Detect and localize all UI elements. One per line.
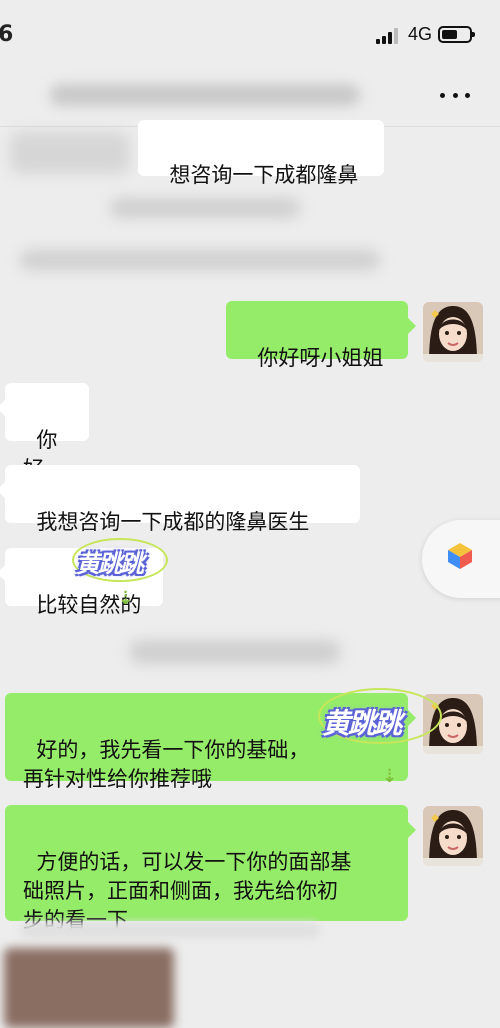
- watermark-arrow: ⇣: [118, 588, 134, 609]
- user-avatar[interactable]: [423, 806, 483, 866]
- status-time: 6: [0, 22, 14, 47]
- message-bubble-right[interactable]: 方便的话，可以发一下你的面部基 础照片，正面和侧面，我先给你初 步的看一下: [5, 805, 416, 932]
- watermark-logo: 黄跳跳: [322, 707, 402, 740]
- status-bar: 6 4G: [0, 0, 500, 70]
- message-text: 你好呀小姐姐: [257, 346, 384, 370]
- watermark-arrow: ⇣: [382, 766, 398, 787]
- signal-icon: [376, 28, 402, 44]
- blurred-region: [10, 132, 130, 174]
- message-text: 方便的话，可以发一下你的面部基 础照片，正面和侧面，我先给你初 步的看一下: [23, 850, 352, 932]
- blurred-region: [130, 640, 340, 664]
- blurred-region: [110, 198, 300, 218]
- watermark-logo: 黄跳跳: [76, 550, 144, 578]
- floating-assistant-button[interactable]: [422, 520, 500, 598]
- blurred-region: [20, 922, 320, 938]
- message-text: 我想咨询一下成都的隆鼻医生: [36, 510, 310, 534]
- cube-icon: [448, 543, 472, 569]
- user-avatar[interactable]: [423, 302, 483, 362]
- message-text: 想咨询一下成都隆鼻: [169, 163, 359, 187]
- more-horizontal-icon[interactable]: [440, 90, 470, 100]
- message-text: 好的，我先看一下你的基础， 再针对性给你推荐哦: [23, 738, 310, 791]
- blurred-image-message[interactable]: [4, 948, 174, 1028]
- message-bubble-left[interactable]: 想咨询一下成都隆鼻: [138, 120, 384, 187]
- message-bubble-right[interactable]: 你好呀小姐姐: [226, 301, 416, 370]
- chat-title-blurred: [50, 84, 360, 106]
- network-type: 4G: [408, 24, 433, 44]
- message-bubble-left[interactable]: 你好: [0, 383, 89, 481]
- blurred-region: [20, 250, 380, 270]
- message-bubble-left[interactable]: 我想咨询一下成都的隆鼻医生: [0, 465, 360, 534]
- battery-icon: [438, 26, 475, 43]
- chat-header: [0, 70, 500, 127]
